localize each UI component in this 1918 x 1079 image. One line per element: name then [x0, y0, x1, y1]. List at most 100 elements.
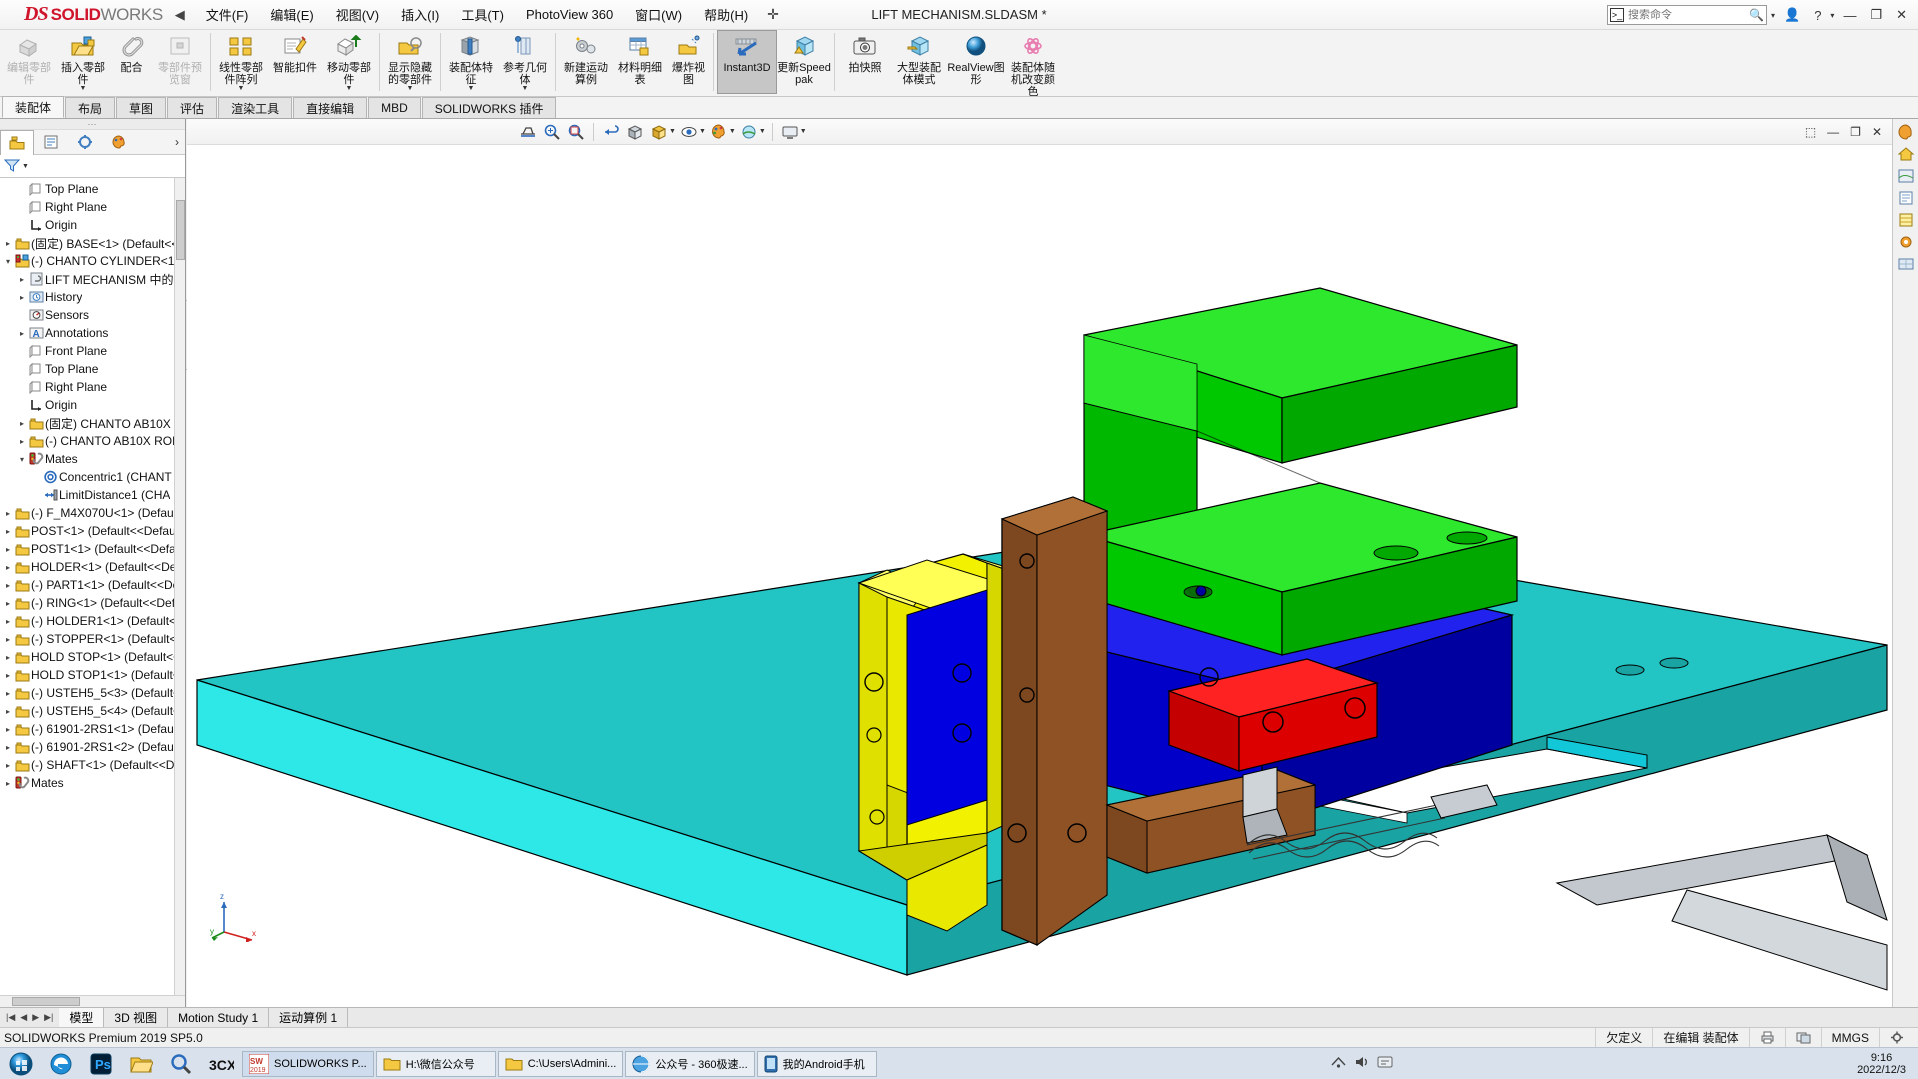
tree-scroll-thumb-h[interactable]: [12, 997, 80, 1006]
cameras-icon[interactable]: [1895, 232, 1917, 252]
tree-item[interactable]: Right Plane: [0, 198, 185, 216]
tab-direct-editing[interactable]: 直接编辑: [293, 97, 368, 118]
printer-icon[interactable]: [1748, 1027, 1785, 1048]
tree-item[interactable]: Origin: [0, 396, 185, 414]
menu-item-edit[interactable]: 编辑(E): [259, 1, 324, 28]
edit-appearance-icon[interactable]: [708, 121, 730, 143]
taskbar-item-folder-wechat[interactable]: H:\微信公众号: [375, 1050, 496, 1077]
search-box[interactable]: >_ 🔍: [1606, 5, 1767, 25]
tab-nav-arrows[interactable]: |◀ ◀ ▶ ▶|: [0, 1012, 59, 1023]
appearances-icon[interactable]: [1895, 122, 1917, 142]
search-dropdown-icon[interactable]: ▾: [1771, 11, 1775, 20]
tab-sketch[interactable]: 草图: [116, 97, 167, 118]
bottom-tab-model[interactable]: 模型: [59, 1008, 105, 1027]
magnifier-icon[interactable]: [162, 1049, 200, 1079]
photoshop-icon[interactable]: Ps: [82, 1049, 120, 1079]
decals-icon[interactable]: [1895, 188, 1917, 208]
menu-item-insert[interactable]: 插入(I): [390, 1, 450, 28]
panel-pin-handle[interactable]: ⋯: [0, 119, 185, 130]
document-minimize-button[interactable]: —: [1823, 125, 1843, 139]
ribbon-show-hidden[interactable]: 显示隐藏的零部件 ▼: [383, 30, 437, 94]
tree-item[interactable]: ▸ (-) 61901-2RS1<1> (Default: [0, 720, 185, 738]
tree-expander-icon[interactable]: ▸: [2, 239, 14, 248]
ribbon-take-snapshot[interactable]: 拍快照: [838, 30, 892, 94]
view-orientation-icon[interactable]: [624, 121, 646, 143]
filter-dropdown-icon[interactable]: ▼: [22, 163, 29, 170]
tree-item[interactable]: ▸ (-) RING<1> (Default<<Def: [0, 594, 185, 612]
ribbon-new-motion-study[interactable]: 新建运动算例: [559, 30, 613, 94]
menu-item-help[interactable]: 帮助(H): [693, 1, 759, 28]
ribbon-linear-pattern[interactable]: 线性零部件阵列 ▼: [214, 30, 268, 94]
tree-item[interactable]: LimitDistance1 (CHA: [0, 486, 185, 504]
filter-icon[interactable]: [3, 158, 21, 175]
restore-button[interactable]: ❐: [1865, 5, 1887, 25]
custom-views-icon[interactable]: [1895, 254, 1917, 274]
tree-item[interactable]: Front Plane: [0, 342, 185, 360]
tree-item[interactable]: ▸ History: [0, 288, 185, 306]
tree-item[interactable]: ▸ POST1<1> (Default<<Defau: [0, 540, 185, 558]
tab-layout[interactable]: 布局: [65, 97, 116, 118]
folder-taskbar-icon[interactable]: [122, 1049, 160, 1079]
tree-expander-icon[interactable]: ▸: [2, 761, 14, 770]
dropdown-icon[interactable]: ▼: [468, 85, 475, 92]
start-button[interactable]: [2, 1049, 40, 1079]
ribbon-edit-component[interactable]: 编辑零部件: [2, 30, 56, 94]
tree-expander-icon[interactable]: ▸: [2, 635, 14, 644]
zoom-to-fit-icon[interactable]: [541, 121, 563, 143]
tree-item[interactable]: Origin: [0, 216, 185, 234]
tree-item[interactable]: ▸ (-) HOLDER1<1> (Default<: [0, 612, 185, 630]
display-style-dropdown-icon[interactable]: ▼: [669, 128, 676, 135]
ribbon-update-speedpak[interactable]: 更新Speedpak: [777, 30, 831, 94]
tree-item[interactable]: ▸ (-) USTEH5_5<3> (Default<: [0, 684, 185, 702]
tree-expander-icon[interactable]: ▸: [2, 545, 14, 554]
menu-item-tools[interactable]: 工具(T): [450, 1, 515, 28]
tab-solidworks-addins[interactable]: SOLIDWORKS 插件: [421, 97, 557, 118]
tree-expander-icon[interactable]: ▾: [16, 455, 28, 464]
scene-dropdown-icon[interactable]: ▼: [759, 128, 766, 135]
tree-item[interactable]: ▸ (-) 61901-2RS1<2> (Default: [0, 738, 185, 756]
ribbon-assembly-features[interactable]: 装配体特征 ▼: [444, 30, 498, 94]
tree-expander-icon[interactable]: ▸: [16, 275, 28, 284]
tab-evaluate[interactable]: 评估: [167, 97, 218, 118]
bottom-tab-motion-example-1[interactable]: 运动算例 1: [269, 1008, 349, 1027]
tree-expander-icon[interactable]: ▸: [2, 509, 14, 518]
tree-expander-icon[interactable]: ▸: [16, 293, 28, 302]
nav-first-icon[interactable]: |◀: [4, 1012, 17, 1023]
tree-item[interactable]: ▸ (-) SHAFT<1> (Default<<De: [0, 756, 185, 774]
tree-item[interactable]: ▸ (固定) CHANTO AB10X C: [0, 414, 185, 432]
dropdown-icon[interactable]: ▼: [238, 85, 245, 92]
home-icon[interactable]: [1895, 144, 1917, 164]
ribbon-insert-components[interactable]: 插入零部件 ▼: [56, 30, 110, 94]
tree-item[interactable]: Concentric1 (CHANT: [0, 468, 185, 486]
tree-expander-icon[interactable]: ▸: [2, 527, 14, 536]
taskbar-item-browser[interactable]: 公众号 - 360极速...: [625, 1050, 755, 1077]
tree-item[interactable]: ▸ (-) STOPPER<1> (Default<<: [0, 630, 185, 648]
tab-render-tools[interactable]: 渲染工具: [218, 97, 293, 118]
taskbar-clock[interactable]: 9:16 2022/12/3: [1857, 1052, 1918, 1076]
ribbon-mate[interactable]: 配合: [110, 30, 153, 94]
section-view-icon[interactable]: [517, 121, 539, 143]
tree-item[interactable]: ▸ Mates: [0, 774, 185, 792]
ribbon-realview-graphics[interactable]: RealView图形: [946, 30, 1006, 94]
panel-expand-icon[interactable]: ›: [175, 135, 185, 149]
menu-item-file[interactable]: 文件(F): [195, 1, 260, 28]
tree-expander-icon[interactable]: ▸: [2, 725, 14, 734]
volume-icon[interactable]: [1354, 1055, 1370, 1072]
dropdown-icon[interactable]: ▼: [80, 85, 87, 92]
taskbar-item-solidworks[interactable]: SW 2019 SOLIDWORKS P...: [242, 1050, 374, 1077]
ribbon-reference-geometry[interactable]: 参考几何体 ▼: [498, 30, 552, 94]
menu-item-view[interactable]: 视图(V): [325, 1, 390, 28]
minimize-button[interactable]: —: [1838, 6, 1861, 25]
tree-expander-icon[interactable]: ▸: [2, 581, 14, 590]
tree-item[interactable]: ▾ (-) CHANTO CYLINDER<1>: [0, 252, 185, 270]
search-input[interactable]: [1627, 9, 1728, 21]
ribbon-move-component[interactable]: 移动零部件 ▼: [322, 30, 376, 94]
appearance-dropdown-icon[interactable]: ▼: [729, 128, 736, 135]
tree-item[interactable]: ▸ HOLD STOP<1> (Default<<: [0, 648, 185, 666]
tree-item[interactable]: ▾ Mates: [0, 450, 185, 468]
tree-expander-icon[interactable]: ▸: [2, 671, 14, 680]
ribbon-instant3d[interactable]: Instant3D: [717, 30, 777, 94]
tree-item[interactable]: ▸ LIFT MECHANISM 中的配: [0, 270, 185, 288]
tab-assembly[interactable]: 装配体: [2, 96, 65, 118]
display-style-icon[interactable]: [648, 121, 670, 143]
